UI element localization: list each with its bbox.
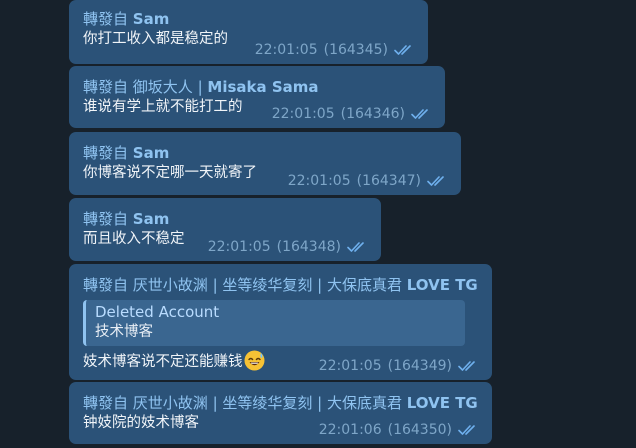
forward-prefix: 轉發自 <box>83 78 129 96</box>
message-meta: 22:01:06 (164350) <box>319 422 478 438</box>
message-bubble[interactable]: 轉發自 Sam 而且收入不稳定 22:01:05 (164348) <box>69 198 381 261</box>
forward-header[interactable]: 轉發自 厌世小故渊 | 坐等绫华复刻 | 大保底真君 LOVE TG <box>83 393 478 413</box>
double-check-icon <box>458 424 478 436</box>
message-bubble[interactable]: 轉發自 御坂大人 | Misaka Sama 谁说有学上就不能打工的 22:01… <box>69 66 445 128</box>
forward-header[interactable]: 轉發自 Sam <box>83 9 414 29</box>
forward-header[interactable]: 轉發自 厌世小故渊 | 坐等绫华复刻 | 大保底真君 LOVE TG <box>83 275 478 295</box>
message-id: (164345) <box>323 42 388 58</box>
sweat-smile-emoji-icon <box>244 350 265 371</box>
double-check-icon <box>458 360 478 372</box>
double-check-icon <box>427 175 447 187</box>
forward-header[interactable]: 轉發自 Sam <box>83 209 367 229</box>
forward-sender-name[interactable]: Sam <box>133 210 170 228</box>
message-time: 22:01:05 <box>254 42 318 58</box>
forward-sender-name[interactable]: 厌世小故渊 | 坐等绫华复刻 | 大保底真君 LOVE TG <box>133 394 478 412</box>
message-bubble[interactable]: 轉發自 Sam 你博客说不定哪一天就寄了 22:01:05 (164347) <box>69 132 461 195</box>
message-meta: 22:01:05 (164345) <box>255 42 414 58</box>
message-meta: 22:01:05 (164349) <box>319 358 478 374</box>
forward-prefix: 轉發自 <box>83 394 129 412</box>
reply-sender-name: Deleted Account <box>95 303 220 321</box>
message-bubble[interactable]: 轉發自 Sam 你打工收入都是稳定的 22:01:05 (164345) <box>69 0 428 64</box>
forward-sender-name[interactable]: 厌世小故渊 | 坐等绫华复刻 | 大保底真君 LOVE TG <box>133 276 478 294</box>
message-meta: 22:01:05 (164348) <box>208 239 367 255</box>
message-id: (164349) <box>387 358 452 374</box>
forward-header[interactable]: 轉發自 Sam <box>83 143 447 163</box>
message-meta: 22:01:05 (164347) <box>288 173 447 189</box>
message-id: (164346) <box>340 106 405 122</box>
message-bubble[interactable]: 轉發自 厌世小故渊 | 坐等绫华复刻 | 大保底真君 LOVE TG 钟妓院的妓… <box>69 382 492 444</box>
reply-quote[interactable]: Deleted Account 技术博客 <box>83 300 465 346</box>
double-check-icon <box>411 108 431 120</box>
forward-sender-name[interactable]: 御坂大人 | Misaka Sama <box>133 78 319 96</box>
double-check-icon <box>347 241 367 253</box>
message-id: (164347) <box>356 173 421 189</box>
message-bubble[interactable]: 轉發自 厌世小故渊 | 坐等绫华复刻 | 大保底真君 LOVE TG Delet… <box>69 264 492 380</box>
message-text: 妓术博客说不定还能赚钱 <box>83 354 243 370</box>
forward-sender-name[interactable]: Sam <box>133 10 170 28</box>
message-time: 22:01:05 <box>287 173 351 189</box>
forward-prefix: 轉發自 <box>83 276 129 294</box>
forward-prefix: 轉發自 <box>83 10 129 28</box>
forward-prefix: 轉發自 <box>83 210 129 228</box>
message-meta: 22:01:05 (164346) <box>272 106 431 122</box>
message-time: 22:01:05 <box>207 239 271 255</box>
message-id: (164350) <box>387 422 452 438</box>
message-id: (164348) <box>276 239 341 255</box>
forward-sender-name[interactable]: Sam <box>133 144 170 162</box>
chat-history: 轉發自 Sam 你打工收入都是稳定的 22:01:05 (164345) 轉發自… <box>0 0 636 448</box>
forward-prefix: 轉發自 <box>83 144 129 162</box>
message-time: 22:01:06 <box>318 422 382 438</box>
message-time: 22:01:05 <box>318 358 382 374</box>
double-check-icon <box>394 44 414 56</box>
forward-header[interactable]: 轉發自 御坂大人 | Misaka Sama <box>83 77 431 97</box>
reply-text: 技术博客 <box>95 324 153 340</box>
message-time: 22:01:05 <box>271 106 335 122</box>
